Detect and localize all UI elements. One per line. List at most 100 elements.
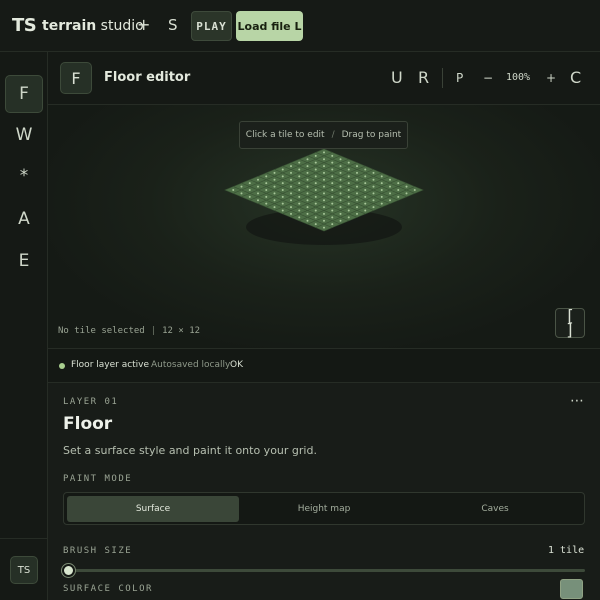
paint-mode-label: PAINT MODE <box>63 474 133 484</box>
tile-dot <box>290 185 292 188</box>
layer-title: Floor <box>63 414 113 434</box>
tile-dot <box>347 216 350 219</box>
editor-canvas[interactable]: Click a tile to edit / Drag to paint No … <box>48 105 600 349</box>
hint-click: Click a tile to edit <box>245 130 325 140</box>
tile-dot <box>323 199 325 202</box>
tile-dot <box>389 199 391 202</box>
tile-dot <box>397 182 400 185</box>
brush-size-slider[interactable] <box>69 569 585 572</box>
tile-dot <box>306 212 309 215</box>
tile-dot <box>331 195 334 198</box>
zoom-out-button[interactable]: − <box>483 71 493 85</box>
rail-item-export[interactable]: E <box>5 242 43 280</box>
tile-dot <box>347 209 350 212</box>
tile-dot <box>273 178 276 181</box>
editor-header: F Floor editor U R P − 100% + C <box>48 52 600 105</box>
tile-dot <box>314 216 317 219</box>
tile-dot <box>281 182 284 185</box>
tile-dot <box>257 185 259 188</box>
tile-dot <box>323 185 325 188</box>
tile-dot <box>314 182 317 185</box>
tile-dot <box>364 182 367 185</box>
load-file-button[interactable]: Load file L <box>236 11 303 41</box>
toolbar-divider <box>442 68 443 88</box>
play-button[interactable]: PLAY <box>191 11 232 41</box>
mode-surface[interactable]: Surface <box>67 496 239 522</box>
selection-status: No tile selected <box>58 326 145 336</box>
redo-button[interactable]: R <box>418 68 429 87</box>
tile-dot <box>372 192 375 195</box>
tile-dot <box>257 192 259 195</box>
tile-dot <box>314 175 317 178</box>
tile-dot <box>306 199 309 202</box>
tile-dot <box>281 175 284 178</box>
tile-dot <box>306 219 309 222</box>
tile-dot <box>389 192 391 195</box>
tile-dot <box>248 189 251 191</box>
brush-size-label: BRUSH SIZE <box>63 546 133 556</box>
editor-badge: F <box>60 62 92 94</box>
tile-dot <box>273 185 276 188</box>
avatar[interactable]: TS <box>10 556 38 584</box>
zoom-in-button[interactable]: + <box>546 71 556 85</box>
tile-dot <box>356 212 358 215</box>
undo-button[interactable]: U <box>391 68 403 87</box>
tile-dot <box>380 195 383 198</box>
tile-dot <box>380 182 383 185</box>
layer-panel: LAYER 01 ⋯ Floor Set a surface style and… <box>48 383 600 600</box>
rail-item-assets[interactable]: A <box>5 200 43 238</box>
tile-dot <box>331 189 334 191</box>
pan-button[interactable]: P <box>456 71 463 85</box>
tile-dot <box>323 165 325 168</box>
tile-dot <box>273 206 276 209</box>
tile-dot <box>339 199 342 202</box>
tile-dot <box>265 175 268 178</box>
tile-dot <box>323 151 325 154</box>
center-button[interactable]: C <box>570 68 581 87</box>
more-icon[interactable]: ⋯ <box>570 393 585 409</box>
brush-size-handle[interactable] <box>62 564 75 577</box>
add-button[interactable]: + <box>137 15 150 34</box>
tile-dot <box>240 192 243 195</box>
tile-dot <box>339 206 342 209</box>
tile-dot <box>298 182 301 185</box>
tile-dot <box>314 223 317 226</box>
tile-dot <box>323 226 325 229</box>
rail-item-floor[interactable]: F <box>5 75 43 113</box>
tile-dot <box>314 189 317 191</box>
tile-dot <box>364 195 367 198</box>
tile-dot <box>405 192 408 195</box>
tile-dot <box>265 182 268 185</box>
tile-dot <box>290 199 292 202</box>
mode-height-map[interactable]: Height map <box>238 496 410 522</box>
tile-dot <box>356 165 358 168</box>
tile-dot <box>281 195 284 198</box>
mode-caves[interactable]: Caves <box>409 496 581 522</box>
s-button[interactable]: S <box>168 16 178 34</box>
surface-color-swatch[interactable] <box>560 579 583 599</box>
active-dot-icon <box>59 363 65 369</box>
expand-button[interactable]: [ ] <box>555 308 585 338</box>
tile-dot <box>380 175 383 178</box>
tile-dot <box>347 189 350 191</box>
rail-item-star[interactable]: * <box>5 157 43 195</box>
tile-dot <box>372 185 375 188</box>
hint-drag: Drag to paint <box>341 130 402 140</box>
status-divider: | <box>150 326 157 336</box>
tile-dot <box>364 175 367 178</box>
tile-dot <box>347 175 350 178</box>
tile-dot <box>356 199 358 202</box>
tile-dot <box>331 223 334 226</box>
grid-size: 12 × 12 <box>162 326 201 336</box>
tile-dot <box>281 209 284 212</box>
tile-dot <box>347 168 350 171</box>
tile-dot <box>364 168 367 171</box>
tile-dot <box>405 185 408 188</box>
tile-dot <box>339 165 342 168</box>
tile-dot <box>339 158 342 161</box>
tile-dot <box>323 158 325 161</box>
tile-dot <box>356 171 358 174</box>
tile-dot <box>364 202 367 205</box>
tile-dot <box>314 168 317 171</box>
rail-item-walls[interactable]: W <box>5 116 43 154</box>
